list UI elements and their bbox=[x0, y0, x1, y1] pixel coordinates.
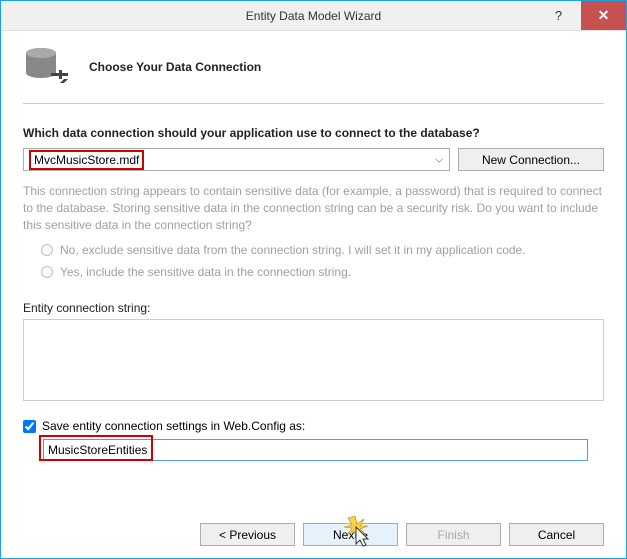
radio-include-label: Yes, include the sensitive data in the c… bbox=[60, 265, 351, 279]
radio-include: Yes, include the sensitive data in the c… bbox=[41, 265, 604, 279]
conn-string-textarea bbox=[23, 319, 604, 401]
previous-button[interactable]: < Previous bbox=[200, 523, 295, 546]
sensitive-radio-group: No, exclude sensitive data from the conn… bbox=[41, 243, 604, 287]
save-settings-label: Save entity connection settings in Web.C… bbox=[42, 419, 305, 433]
wizard-header: Choose Your Data Connection bbox=[23, 45, 604, 89]
cancel-button[interactable]: Cancel bbox=[509, 523, 604, 546]
close-button[interactable]: ✕ bbox=[581, 1, 626, 30]
chevron-down-icon: ⌵ bbox=[435, 154, 443, 165]
prompt-text: Which data connection should your applic… bbox=[23, 126, 604, 140]
window-title: Entity Data Model Wizard bbox=[246, 9, 381, 23]
settings-name-input[interactable] bbox=[43, 439, 588, 461]
next-button[interactable]: Next > bbox=[303, 523, 398, 546]
database-icon bbox=[23, 45, 71, 89]
divider bbox=[23, 103, 604, 104]
connection-row: MvcMusicStore.mdf ⌵ New Connection... bbox=[23, 148, 604, 171]
sensitive-data-warning: This connection string appears to contai… bbox=[23, 183, 604, 233]
radio-icon bbox=[41, 266, 53, 278]
save-settings-checkbox[interactable] bbox=[23, 420, 36, 433]
connection-dropdown[interactable]: MvcMusicStore.mdf ⌵ bbox=[23, 148, 450, 171]
radio-icon bbox=[41, 244, 53, 256]
save-settings-checkbox-row[interactable]: Save entity connection settings in Web.C… bbox=[23, 419, 604, 433]
connection-selected: MvcMusicStore.mdf bbox=[30, 151, 143, 169]
new-connection-button[interactable]: New Connection... bbox=[458, 148, 604, 171]
radio-exclude: No, exclude sensitive data from the conn… bbox=[41, 243, 604, 257]
finish-button: Finish bbox=[406, 523, 501, 546]
window-controls: ? ✕ bbox=[536, 1, 626, 30]
titlebar: Entity Data Model Wizard ? ✕ bbox=[1, 1, 626, 31]
radio-exclude-label: No, exclude sensitive data from the conn… bbox=[60, 243, 526, 257]
conn-string-label: Entity connection string: bbox=[23, 301, 604, 315]
wizard-buttons: < Previous Next > Finish Cancel bbox=[23, 523, 604, 546]
help-button[interactable]: ? bbox=[536, 1, 581, 30]
wizard-content: Choose Your Data Connection Which data c… bbox=[1, 31, 626, 558]
settings-name-row bbox=[43, 439, 604, 461]
page-title: Choose Your Data Connection bbox=[89, 60, 261, 74]
